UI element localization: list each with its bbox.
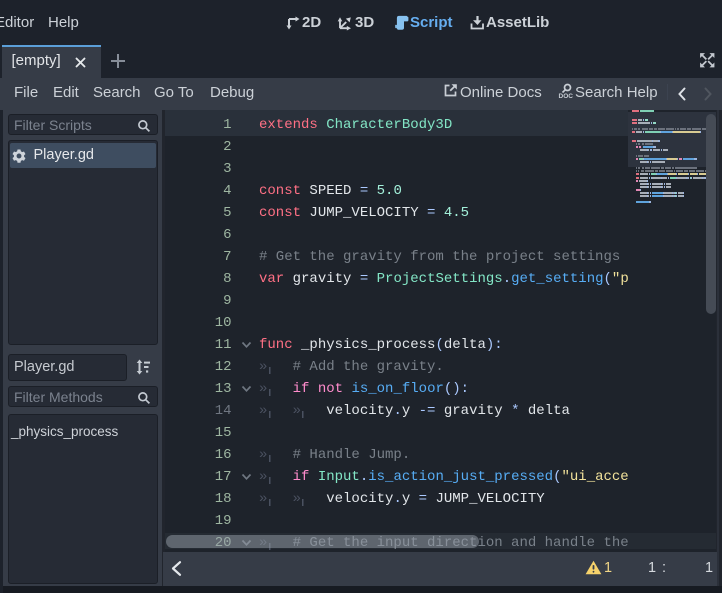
svg-text:DOC: DOC — [559, 93, 574, 99]
